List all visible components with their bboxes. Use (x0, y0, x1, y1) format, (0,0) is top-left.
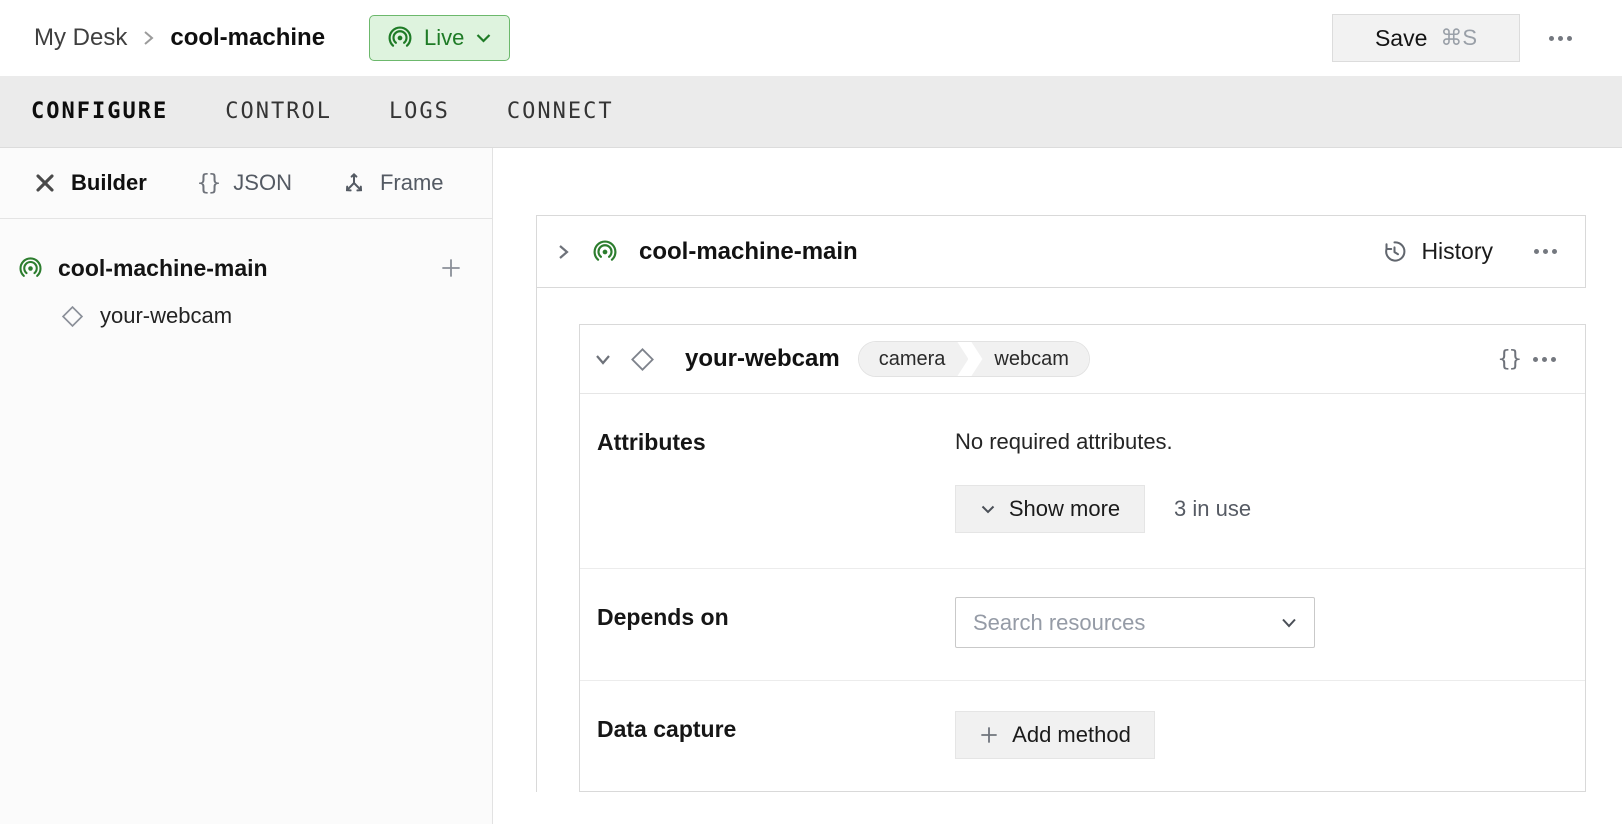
history-label: History (1421, 238, 1493, 265)
tab-logs[interactable]: LOGS (389, 99, 450, 124)
subtype-tag: webcam (971, 342, 1088, 376)
machine-part-menu-button[interactable] (1532, 243, 1559, 260)
breadcrumb-current: cool-machine (170, 24, 325, 52)
braces-icon: {} (197, 171, 220, 196)
collapse-chevron-icon[interactable] (592, 350, 614, 369)
search-resources-input[interactable] (973, 610, 1272, 636)
attributes-section: Attributes No required attributes. Show … (580, 394, 1585, 569)
braces-icon: {} (1498, 347, 1521, 372)
tree-item-machine-part[interactable]: cool-machine-main (0, 244, 492, 292)
add-method-button[interactable]: Add method (955, 711, 1155, 759)
config-main-panel: cool-machine-main History (493, 148, 1622, 824)
workspace: Builder {} JSON Frame (0, 148, 1622, 824)
view-tab-json[interactable]: {} JSON (197, 170, 292, 196)
machine-icon (592, 239, 618, 265)
tab-configure[interactable]: CONFIGURE (31, 99, 168, 124)
machine-part-title: cool-machine-main (639, 238, 858, 266)
view-tab-label: JSON (233, 170, 292, 196)
show-more-label: Show more (1009, 496, 1120, 522)
component-card: your-webcam camera webcam {} Attributes … (579, 324, 1586, 792)
add-method-label: Add method (1012, 722, 1131, 748)
edit-json-button[interactable]: {} (1498, 347, 1521, 372)
save-button-label: Save (1375, 25, 1427, 52)
component-type-tags: camera webcam (858, 341, 1090, 377)
view-tab-builder[interactable]: Builder (33, 170, 147, 196)
chevron-down-icon (980, 504, 996, 515)
history-icon (1381, 238, 1408, 265)
show-more-button[interactable]: Show more (955, 485, 1145, 533)
machine-live-icon (387, 25, 413, 51)
breadcrumb-parent-link[interactable]: My Desk (34, 24, 127, 52)
frame-icon (342, 171, 366, 195)
tree-connector-line (536, 288, 537, 792)
chevron-right-icon (141, 28, 156, 48)
data-capture-label: Data capture (580, 681, 955, 793)
live-status-badge[interactable]: Live (369, 15, 510, 61)
type-tag: camera (859, 342, 969, 376)
component-menu-button[interactable] (1531, 351, 1558, 368)
depends-on-label: Depends on (580, 569, 955, 680)
more-menu-button[interactable] (1547, 30, 1574, 47)
expand-chevron-icon[interactable] (554, 241, 573, 263)
view-tab-label: Frame (380, 170, 444, 196)
depends-on-section: Depends on (580, 569, 1585, 681)
tree-item-label: cool-machine-main (58, 255, 268, 282)
live-status-label: Live (424, 25, 464, 51)
breadcrumb: My Desk cool-machine (34, 24, 325, 52)
tree-item-component[interactable]: your-webcam (0, 292, 492, 340)
tab-control[interactable]: CONTROL (225, 99, 332, 124)
top-bar: My Desk cool-machine Live Save ⌘S (0, 0, 1622, 76)
save-shortcut-hint: ⌘S (1440, 25, 1477, 51)
tab-connect[interactable]: CONNECT (507, 99, 614, 124)
diamond-icon (60, 304, 85, 329)
view-tab-label: Builder (71, 170, 147, 196)
depends-on-select[interactable] (955, 597, 1315, 648)
sidebar: Builder {} JSON Frame (0, 148, 493, 824)
tree-item-label: your-webcam (100, 303, 232, 329)
resource-tree: cool-machine-main your-webcam (0, 219, 492, 340)
view-tab-frame[interactable]: Frame (342, 170, 444, 196)
machine-tab-bar: CONFIGURE CONTROL LOGS CONNECT (0, 76, 1622, 148)
attributes-label: Attributes (580, 394, 955, 568)
component-card-header: your-webcam camera webcam {} (580, 325, 1585, 394)
component-title: your-webcam (685, 345, 840, 373)
add-resource-button[interactable] (439, 256, 463, 280)
data-capture-section: Data capture Add method (580, 681, 1585, 793)
save-button[interactable]: Save ⌘S (1332, 14, 1520, 62)
plus-icon (979, 725, 999, 745)
attributes-in-use-count: 3 in use (1174, 496, 1251, 522)
history-button[interactable]: History (1381, 238, 1493, 265)
chevron-down-icon (475, 32, 492, 44)
builder-icon (33, 171, 57, 195)
diamond-icon (629, 346, 656, 373)
machine-icon (18, 256, 43, 281)
machine-part-card: cool-machine-main History (536, 215, 1586, 288)
sidebar-view-tabs: Builder {} JSON Frame (0, 148, 492, 219)
chevron-down-icon (1280, 617, 1298, 629)
attributes-empty-text: No required attributes. (955, 429, 1251, 455)
